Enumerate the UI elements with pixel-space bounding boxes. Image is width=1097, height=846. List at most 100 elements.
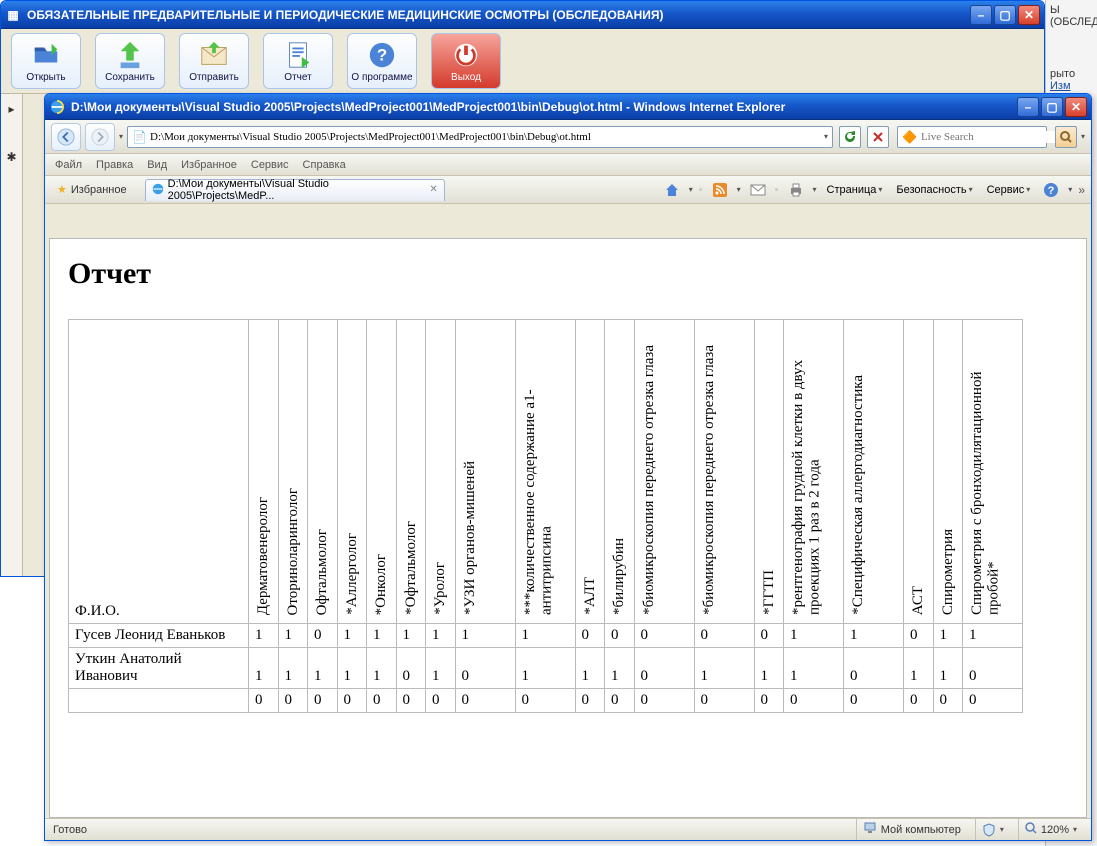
help-button[interactable]: ? (1040, 179, 1062, 201)
star-icon: ★ (57, 183, 67, 196)
col-header: ***количественное содержание a1-антитрип… (515, 320, 575, 624)
cell-value: 0 (278, 689, 308, 713)
marker-arrow-icon: ▸ (3, 100, 21, 118)
cell-value: 0 (694, 624, 754, 648)
ie-title: D:\Мои документы\Visual Studio 2005\Proj… (71, 100, 1017, 114)
back-button[interactable] (51, 123, 81, 151)
app-icon: ▦ (5, 7, 21, 23)
col-header: *Офтальмолог (396, 320, 426, 624)
cell-value: 1 (784, 624, 844, 648)
cell-value: 1 (278, 648, 308, 689)
cell-value: 1 (933, 624, 963, 648)
ie-maximize-button[interactable]: ▢ (1041, 97, 1063, 117)
col-header: *АЛТ (575, 320, 605, 624)
print-button[interactable] (785, 179, 807, 201)
parent-title: ОБЯЗАТЕЛЬНЫЕ ПРЕДВАРИТЕЛЬНЫЕ И ПЕРИОДИЧЕ… (27, 8, 970, 22)
send-button[interactable]: Отправить (179, 33, 249, 89)
col-header: *билирубин (605, 320, 635, 624)
nav-history-dropdown[interactable]: ▾ (119, 132, 123, 141)
refresh-button[interactable] (839, 126, 861, 148)
menu-tools[interactable]: Сервис (251, 159, 289, 171)
cell-value: 0 (933, 689, 963, 713)
home-button[interactable] (661, 179, 683, 201)
parent-leftbar: ▸ ✱ (1, 94, 23, 577)
ie-navbar: ▾ 📄 ▾ 🔶 ▾ (45, 120, 1091, 154)
zoom-value: 120% (1041, 824, 1069, 836)
close-button[interactable]: ✕ (1018, 5, 1040, 25)
feeds-dropdown[interactable]: ▾ (737, 185, 741, 194)
cell-value: 1 (337, 624, 367, 648)
bg-text-2: рыто (1050, 68, 1075, 80)
cell-value: 0 (426, 689, 456, 713)
computer-icon (863, 821, 877, 838)
maximize-button[interactable]: ▢ (994, 5, 1016, 25)
save-button[interactable]: Сохранить (95, 33, 165, 89)
cell-value: 1 (515, 648, 575, 689)
col-header: *биомикроскопия переднего отрезка глаза (694, 320, 754, 624)
menu-favorites[interactable]: Избранное (181, 159, 237, 171)
cell-value: 0 (367, 689, 397, 713)
cell-value: 1 (426, 624, 456, 648)
ie-minimize-button[interactable]: – (1017, 97, 1039, 117)
address-input[interactable] (150, 131, 820, 143)
col-header: Дерматовенеролог (249, 320, 279, 624)
report-button[interactable]: Отчет (263, 33, 333, 89)
service-menu[interactable]: Сервис▾ (983, 184, 1035, 196)
search-button[interactable] (1055, 126, 1077, 148)
ie-content: Отчет Ф.И.О.ДерматовенерологОториноларин… (49, 238, 1087, 818)
status-zone: Мой компьютер (856, 819, 967, 840)
bg-link[interactable]: Изм (1050, 80, 1071, 92)
address-bar[interactable]: 📄 ▾ (127, 126, 833, 148)
cell-value: 1 (933, 648, 963, 689)
cell-value: 0 (396, 648, 426, 689)
cell-value: 0 (396, 689, 426, 713)
print-dropdown[interactable]: ▾ (813, 185, 817, 194)
favorites-button[interactable]: ★ Избранное (51, 181, 133, 198)
exit-button[interactable]: Выход (431, 33, 501, 89)
stop-button[interactable] (867, 126, 889, 148)
address-dropdown[interactable]: ▾ (824, 132, 828, 141)
menu-help[interactable]: Справка (303, 159, 346, 171)
home-dropdown[interactable]: ▾ (689, 185, 693, 194)
mail-button[interactable] (747, 179, 769, 201)
menu-edit[interactable]: Правка (96, 159, 133, 171)
zoom-control[interactable]: 120% ▾ (1018, 819, 1083, 840)
cell-fio: Уткин Анатолий Иванович (69, 648, 249, 689)
zoom-icon (1025, 822, 1037, 837)
cell-value: 1 (784, 648, 844, 689)
forward-button[interactable] (85, 123, 115, 151)
browser-tab[interactable]: D:\Мои документы\Visual Studio 2005\Proj… (145, 179, 445, 201)
about-button[interactable]: ? О программе (347, 33, 417, 89)
search-input[interactable] (921, 131, 1056, 143)
send-icon (199, 40, 229, 70)
cell-value: 0 (784, 689, 844, 713)
cell-value: 1 (367, 648, 397, 689)
col-header: АСТ (904, 320, 934, 624)
save-icon (115, 40, 145, 70)
minimize-button[interactable]: – (970, 5, 992, 25)
ie-menubar: Файл Правка Вид Избранное Сервис Справка (45, 154, 1091, 176)
parent-titlebar: ▦ ОБЯЗАТЕЛЬНЫЕ ПРЕДВАРИТЕЛЬНЫЕ И ПЕРИОДИ… (1, 1, 1044, 29)
open-button[interactable]: Открыть (11, 33, 81, 89)
ie-statusbar: Готово Мой компьютер ▾ 120% ▾ (45, 818, 1091, 840)
overflow-icon[interactable]: » (1078, 183, 1085, 197)
search-box[interactable]: 🔶 (897, 126, 1047, 148)
ie-close-button[interactable]: ✕ (1065, 97, 1087, 117)
cell-value: 0 (844, 689, 904, 713)
cell-value: 1 (367, 624, 397, 648)
security-menu[interactable]: Безопасность▾ (892, 184, 976, 196)
col-header: *ГГТП (754, 320, 784, 624)
status-zone-text: Мой компьютер (881, 824, 961, 836)
menu-view[interactable]: Вид (147, 159, 167, 171)
tab-close-icon[interactable]: ✕ (428, 184, 440, 196)
feeds-button[interactable] (709, 179, 731, 201)
col-header: *УЗИ органов-мишеней (455, 320, 515, 624)
cell-value: 0 (634, 689, 694, 713)
help-dropdown[interactable]: ▾ (1068, 185, 1072, 194)
search-dropdown[interactable]: ▾ (1081, 132, 1085, 141)
page-menu[interactable]: Страница▾ (823, 184, 887, 196)
menu-file[interactable]: Файл (55, 159, 82, 171)
cell-value: 0 (605, 624, 635, 648)
save-label: Сохранить (105, 72, 155, 83)
search-provider-icon: 🔶 (902, 130, 917, 144)
